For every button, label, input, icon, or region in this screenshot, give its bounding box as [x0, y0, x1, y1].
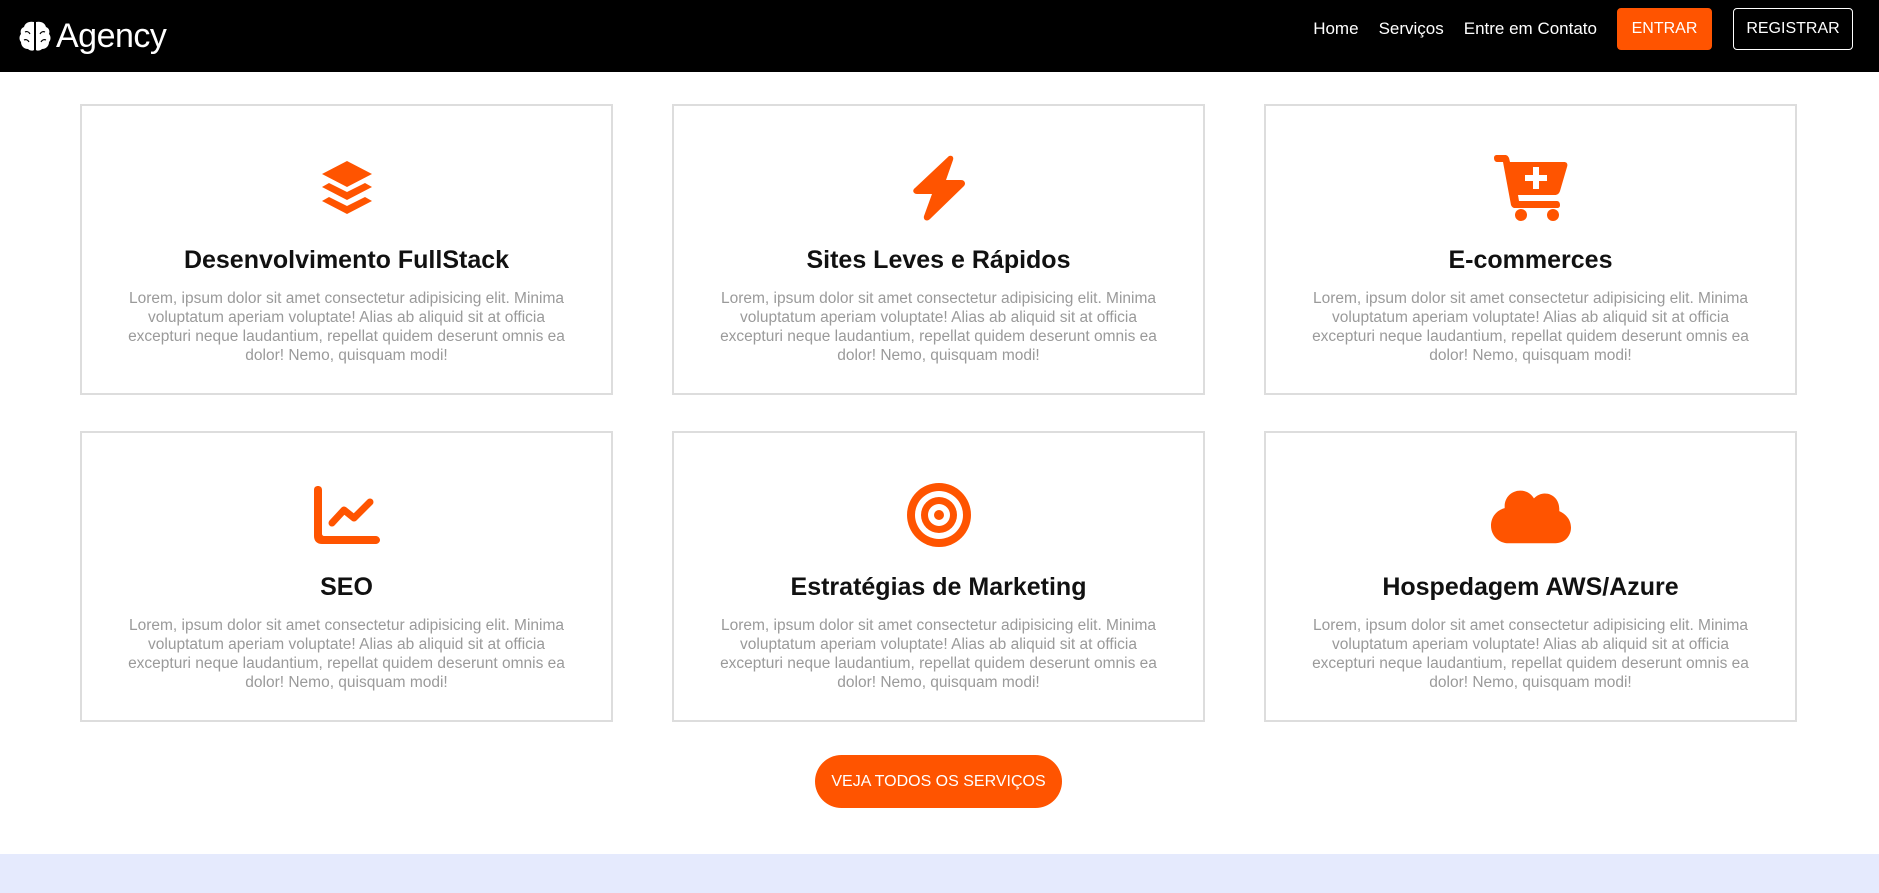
nav-link-servicos[interactable]: Serviços — [1379, 19, 1444, 39]
service-title: SEO — [320, 573, 373, 601]
services-grid: Desenvolvimento FullStack Lorem, ipsum d… — [80, 104, 1798, 722]
service-title: Sites Leves e Rápidos — [806, 246, 1071, 274]
service-description: Lorem, ipsum dolor sit amet consectetur … — [1312, 290, 1749, 364]
navbar: Agency Home Serviços Entre em Contato EN… — [0, 0, 1879, 72]
lightning-bolt-icon — [899, 152, 979, 224]
target-icon — [899, 479, 979, 551]
service-card-ecommerce: E-commerces Lorem, ipsum dolor sit amet … — [1264, 104, 1797, 395]
service-card-fullstack: Desenvolvimento FullStack Lorem, ipsum d… — [80, 104, 613, 395]
service-description: Lorem, ipsum dolor sit amet consectetur … — [720, 290, 1157, 364]
service-card-hosting: Hospedagem AWS/Azure Lorem, ipsum dolor … — [1264, 431, 1797, 722]
service-description: Lorem, ipsum dolor sit amet consectetur … — [128, 617, 565, 691]
service-card-fast-sites: Sites Leves e Rápidos Lorem, ipsum dolor… — [672, 104, 1205, 395]
register-button[interactable]: REGISTRAR — [1733, 8, 1853, 50]
service-title: E-commerces — [1448, 246, 1613, 274]
cart-plus-icon — [1491, 152, 1571, 224]
view-all-services-button[interactable]: VEJA TODOS OS SERVIÇOS — [815, 755, 1062, 808]
line-chart-icon — [307, 479, 387, 551]
layers-icon — [307, 152, 387, 224]
service-description: Lorem, ipsum dolor sit amet consectetur … — [128, 290, 565, 364]
nav-link-home[interactable]: Home — [1313, 19, 1358, 39]
nav-link-contato[interactable]: Entre em Contato — [1464, 19, 1597, 39]
brand-logo-link[interactable]: Agency — [18, 12, 167, 60]
service-title: Estratégias de Marketing — [790, 573, 1087, 601]
brand-name: Agency — [56, 16, 167, 55]
service-card-marketing: Estratégias de Marketing Lorem, ipsum do… — [672, 431, 1205, 722]
cloud-icon — [1490, 479, 1571, 551]
login-button[interactable]: ENTRAR — [1617, 8, 1712, 50]
nav-menu: Home Serviços Entre em Contato ENTRAR RE… — [1293, 8, 1853, 50]
service-card-seo: SEO Lorem, ipsum dolor sit amet consecte… — [80, 431, 613, 722]
next-section-band — [0, 854, 1879, 893]
service-description: Lorem, ipsum dolor sit amet consectetur … — [1312, 617, 1749, 691]
service-description: Lorem, ipsum dolor sit amet consectetur … — [720, 617, 1157, 691]
service-title: Hospedagem AWS/Azure — [1382, 573, 1679, 601]
brain-icon — [19, 21, 51, 51]
service-title: Desenvolvimento FullStack — [183, 246, 510, 274]
